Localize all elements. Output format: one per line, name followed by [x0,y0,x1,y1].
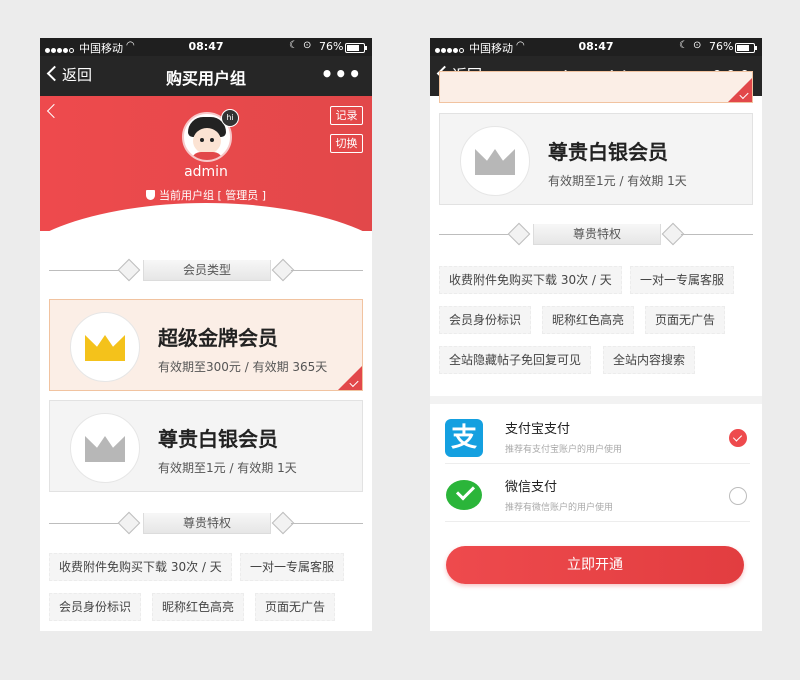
section-title: 会员类型 [143,260,271,281]
phone-screen-left: 中国移动 ◠ 08:47 ☾ ⊙ 76% 返回 购买用户组 ••• 记录 切换 … [40,38,372,631]
membership-desc: 有效期至1元 / 有效期 1天 [158,461,297,475]
radio-unselected[interactable] [729,487,747,505]
privilege-chip: 会员身份标识 [439,306,532,334]
payment-name: 微信支付 [505,480,558,495]
privilege-chip: 一对一专属客服 [240,553,345,581]
battery-percent: 76% [319,40,344,53]
wechat-icon [445,477,483,515]
section-title: 尊贵特权 [143,513,271,534]
rotation-lock-icon: ⊙ [303,40,312,51]
emblem [70,413,140,483]
nav-bar: 返回 购买用户组 ••• [40,56,372,96]
submit-button[interactable]: 立即开通 [446,546,744,584]
status-bar: 中国移动 ◠ 08:47 ☾ ⊙ 76% [40,38,372,56]
selected-corner [338,366,362,390]
alipay-icon: 支 [445,419,483,457]
privilege-chip: 昵称红色高亮 [542,306,635,334]
status-bar: 中国移动 ◠ 08:47 ☾ ⊙ 76% [430,38,762,56]
privilege-chip: 全站内容搜索 [603,346,696,374]
payment-name: 支付宝支付 [505,422,571,437]
payment-option-alipay[interactable]: 支 支付宝支付 推荐有支付宝账户的用户使用 [445,408,750,464]
membership-name: 超级金牌会员 [158,326,278,350]
privilege-chip: 昵称红色高亮 [152,593,245,621]
privilege-chip: 页面无广告 [645,306,726,334]
battery-icon [345,43,367,53]
privilege-chip: 收费附件免购买下载 30次 / 天 [49,553,232,581]
payment-desc: 推荐有微信账户的用户使用 [505,503,614,513]
section-member-type: 会员类型 [49,258,363,282]
current-group: 当前用户组 [ 管理员 ] [40,187,372,203]
battery-icon [735,43,757,53]
privilege-chip: 会员身份标识 [49,593,142,621]
moon-icon: ☾ [679,40,688,51]
emblem [460,126,530,196]
moon-icon: ☾ [289,40,298,51]
section-privileges: 尊贵特权 [49,511,363,535]
hi-badge: hi [221,109,239,127]
membership-card-silver[interactable]: 尊贵白银会员 有效期至1元 / 有效期 1天 [49,400,363,492]
phone-screen-right: 中国移动 ◠ 08:47 ☾ ⊙ 76% 返回 购买用户组 ••• 尊贵白银会员… [430,38,762,631]
shield-icon [145,190,155,200]
divider [430,396,762,404]
privilege-chip: 收费附件免购买下载 30次 / 天 [439,266,622,294]
membership-card-gold[interactable]: 超级金牌会员 有效期至300元 / 有效期 365天 [49,299,363,391]
membership-name: 尊贵白银会员 [158,427,278,451]
membership-card-silver[interactable]: 尊贵白银会员 有效期至1元 / 有效期 1天 [439,113,753,205]
selected-corner [728,78,752,102]
membership-card-gold-partial[interactable] [439,71,753,103]
emblem [70,312,140,382]
current-group-label: 当前用户组 [ 管理员 ] [158,189,267,202]
rotation-lock-icon: ⊙ [693,40,702,51]
gold-crown-icon [85,335,125,361]
privilege-chip: 页面无广告 [255,593,336,621]
payment-option-wechat[interactable]: 微信支付 推荐有微信账户的用户使用 [445,466,750,522]
privilege-chip: 全站隐藏帖子免回复可见 [439,346,592,374]
membership-desc: 有效期至1元 / 有效期 1天 [548,174,687,188]
record-button[interactable]: 记录 [330,106,363,125]
battery-percent: 76% [709,40,734,53]
more-button[interactable]: ••• [321,62,362,86]
silver-crown-icon [475,149,515,175]
switch-button[interactable]: 切换 [330,134,363,153]
silver-crown-icon [85,436,125,462]
privilege-chip: 一对一专属客服 [630,266,735,294]
section-privileges: 尊贵特权 [439,222,753,246]
membership-name: 尊贵白银会员 [548,140,668,164]
radio-selected[interactable] [729,429,747,447]
membership-desc: 有效期至300元 / 有效期 365天 [158,360,328,374]
payment-desc: 推荐有支付宝账户的用户使用 [505,445,623,455]
section-title: 尊贵特权 [533,224,661,245]
chevron-left-icon[interactable] [46,103,62,119]
username: admin [184,164,228,180]
